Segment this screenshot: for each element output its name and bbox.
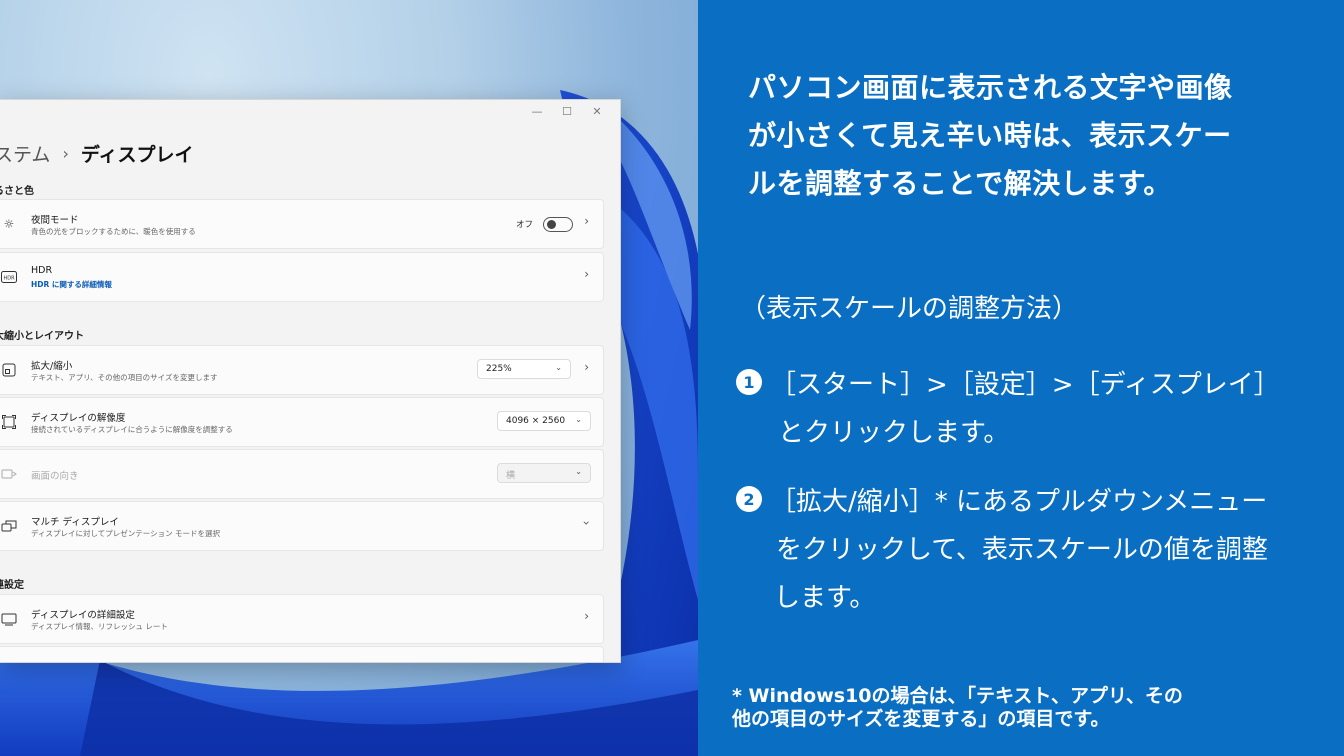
resolution-dropdown[interactable]: 4096 × 2560 ⌄ <box>497 411 591 431</box>
chevron-right-icon: › <box>62 144 69 163</box>
advanced-display-title: ディスプレイの詳細設定 <box>31 610 135 621</box>
night-light-title: 夜間モード <box>31 215 79 226</box>
orientation-value: 横 <box>506 471 516 481</box>
chevron-down-icon: › <box>579 520 594 526</box>
footnote-line-2: 他の項目のサイズを変更する」の項目です。 <box>732 708 1110 730</box>
resolution-row[interactable]: ディスプレイの解像度 接続されているディスプレイに合うように解像度を調整する 4… <box>0 397 604 447</box>
resolution-icon <box>1 414 17 430</box>
page-title: ディスプレイ <box>80 144 194 166</box>
hdr-icon: HDR <box>1 269 17 285</box>
chevron-down-icon: ⌄ <box>575 467 582 476</box>
section-scale-layout: 大縮小とレイアウト <box>0 331 84 342</box>
minimize-button[interactable]: — <box>522 102 552 120</box>
multi-display-title: マルチ ディスプレイ <box>31 517 119 528</box>
intro-line-2: が小さくて見え辛い時は、表示スケー <box>748 119 1232 152</box>
night-light-toggle[interactable] <box>543 217 573 232</box>
hdr-row[interactable]: HDR HDR HDR に関する詳細情報 › <box>0 252 604 302</box>
step-1-badge: 1 <box>736 369 762 395</box>
night-light-row[interactable]: ☼ 夜間モード 青色の光をブロックするために、暖色を使用する オフ › <box>0 199 604 249</box>
chevron-right-icon: › <box>584 214 589 228</box>
step-1-line-1: ［スタート］>［設定］>［ディスプレイ］ <box>770 370 1280 400</box>
step-2-line-1: ［拡大/縮小］* にあるプルダウンメニュー <box>770 487 1268 517</box>
multi-display-subtitle: ディスプレイに対してプレゼンテーション モードを選択 <box>31 529 220 538</box>
resolution-subtitle: 接続されているディスプレイに合うように解像度を調整する <box>31 425 233 434</box>
instruction-panel: パソコン画面に表示される文字や画像 が小さくて見え辛い時は、表示スケー ルを調整… <box>698 0 1344 756</box>
hdr-title: HDR <box>31 265 53 276</box>
advanced-display-subtitle: ディスプレイ情報、リフレッシュ レート <box>31 622 168 631</box>
window-controls: — ☐ ✕ <box>522 102 612 120</box>
close-button[interactable]: ✕ <box>582 102 612 120</box>
advanced-display-row[interactable]: ディスプレイの詳細設定 ディスプレイ情報、リフレッシュ レート › <box>0 594 604 644</box>
settings-window: — ☐ ✕ ステム › ディスプレイ るさと色 ☼ 夜間モード 青色の光をブロッ… <box>0 99 621 663</box>
resolution-title: ディスプレイの解像度 <box>31 413 126 424</box>
section-related: 連設定 <box>0 580 24 591</box>
chevron-down-icon: ⌄ <box>555 363 562 372</box>
scale-icon <box>1 362 17 378</box>
method-heading: （表示スケールの調整方法） <box>740 294 1079 324</box>
multi-display-icon <box>1 518 17 534</box>
chevron-right-icon: › <box>584 267 589 281</box>
scale-dropdown[interactable]: 225% ⌄ <box>477 359 571 379</box>
hdr-info-link[interactable]: HDR に関する詳細情報 <box>31 279 112 290</box>
resolution-value: 4096 × 2560 <box>506 416 566 426</box>
breadcrumb-system[interactable]: ステム <box>0 140 50 167</box>
scale-row[interactable]: 拡大/縮小 テキスト、アプリ、その他の項目のサイズを変更します 225% ⌄ › <box>0 345 604 395</box>
orientation-icon <box>1 466 17 482</box>
scale-subtitle: テキスト、アプリ、その他の項目のサイズを変更します <box>31 373 218 382</box>
chevron-right-icon: › <box>584 360 589 374</box>
multi-display-row[interactable]: マルチ ディスプレイ ディスプレイに対してプレゼンテーション モードを選択 › <box>0 501 604 551</box>
next-row-partial <box>0 646 604 662</box>
chevron-right-icon: › <box>584 609 589 623</box>
sun-icon: ☼ <box>3 217 15 231</box>
section-brightness: るさと色 <box>0 186 34 197</box>
intro-line-1: パソコン画面に表示される文字や画像 <box>748 71 1233 104</box>
night-light-state: オフ <box>515 220 533 230</box>
step-2-line-3: します。 <box>774 583 876 613</box>
breadcrumb: ステム › ディスプレイ <box>0 140 194 167</box>
orientation-dropdown: 横 ⌄ <box>497 463 591 483</box>
scale-title: 拡大/縮小 <box>31 361 73 372</box>
step-1-line-2: とクリックします。 <box>778 418 1010 448</box>
step-2-line-2: をクリックして、表示スケールの値を調整 <box>776 535 1268 565</box>
chevron-down-icon: ⌄ <box>575 415 582 424</box>
intro-line-3: ルを調整することで解決します。 <box>748 167 1172 200</box>
monitor-icon <box>1 611 17 627</box>
step-2-badge: 2 <box>736 486 762 512</box>
night-light-subtitle: 青色の光をブロックするために、暖色を使用する <box>31 227 196 236</box>
svg-text:HDR: HDR <box>3 276 15 282</box>
maximize-button[interactable]: ☐ <box>552 102 582 120</box>
orientation-row: 画面の向き 横 ⌄ <box>0 449 604 499</box>
scale-value: 225% <box>486 364 512 374</box>
orientation-title: 画面の向き <box>31 471 79 482</box>
